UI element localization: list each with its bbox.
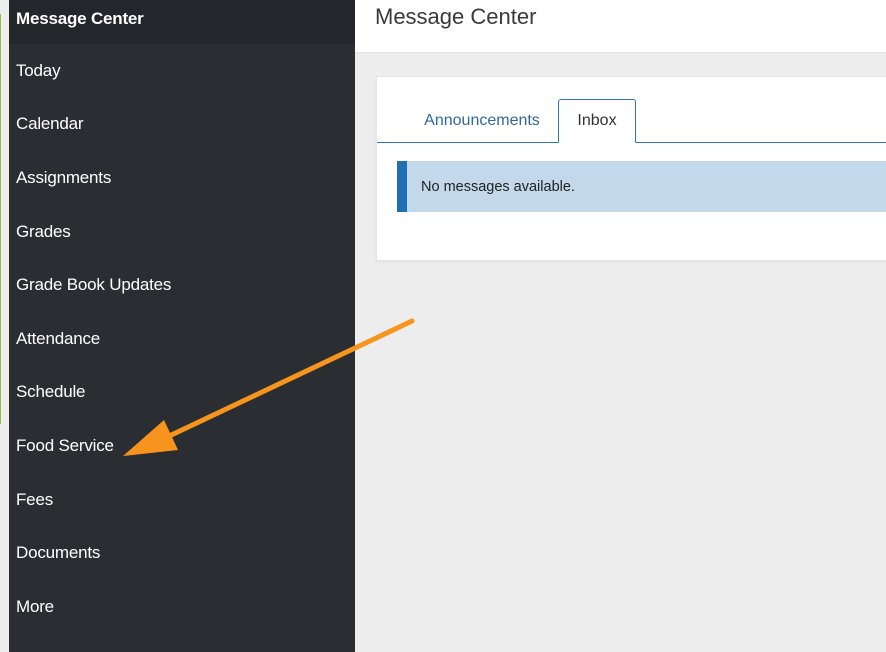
sidebar-item-label: Schedule xyxy=(16,382,86,402)
window-edge-accent xyxy=(0,14,1,424)
sidebar-item-label: Grade Book Updates xyxy=(16,275,172,295)
sidebar-item-today[interactable]: Today xyxy=(9,44,355,98)
message-center-card: Announcements Inbox No messages availabl… xyxy=(376,76,886,261)
tab-bar: Announcements Inbox xyxy=(377,77,886,143)
page-header: Message Center xyxy=(355,0,886,53)
sidebar-item-label: Today xyxy=(16,60,61,80)
sidebar-item-label: Calendar xyxy=(16,114,84,134)
sidebar-item-label: Food Service xyxy=(16,435,114,455)
sidebar-item-attendance[interactable]: Attendance xyxy=(9,312,355,366)
sidebar-item-label: Grades xyxy=(16,221,71,241)
sidebar-item-label: Fees xyxy=(16,489,53,509)
sidebar-item-grades[interactable]: Grades xyxy=(9,205,355,259)
sidebar-item-schedule[interactable]: Schedule xyxy=(9,366,355,420)
page-title: Message Center xyxy=(375,4,537,29)
empty-inbox-alert: No messages available. xyxy=(397,161,886,212)
sidebar-item-assignments[interactable]: Assignments xyxy=(9,151,355,205)
sidebar-item-label: Attendance xyxy=(16,328,101,348)
sidebar-item-label: Message Center xyxy=(16,9,144,28)
sidebar-item-label: More xyxy=(16,596,54,616)
tab-announcements[interactable]: Announcements xyxy=(397,99,567,142)
sidebar-item-message-center[interactable]: Message Center xyxy=(9,0,355,44)
alert-text: No messages available. xyxy=(421,178,575,195)
sidebar-item-label: Documents xyxy=(16,543,101,563)
sidebar-nav: Message Center Today Calendar Assignment… xyxy=(9,0,355,652)
sidebar-item-food-service[interactable]: Food Service xyxy=(9,419,355,473)
sidebar-item-fees[interactable]: Fees xyxy=(9,473,355,527)
sidebar-item-documents[interactable]: Documents xyxy=(9,526,355,580)
sidebar-item-grade-book-updates[interactable]: Grade Book Updates xyxy=(9,258,355,312)
sidebar-item-more[interactable]: More xyxy=(9,580,355,634)
sidebar-item-label: Assignments xyxy=(16,167,112,187)
sidebar-item-calendar[interactable]: Calendar xyxy=(9,98,355,152)
tab-inbox[interactable]: Inbox xyxy=(558,99,636,143)
